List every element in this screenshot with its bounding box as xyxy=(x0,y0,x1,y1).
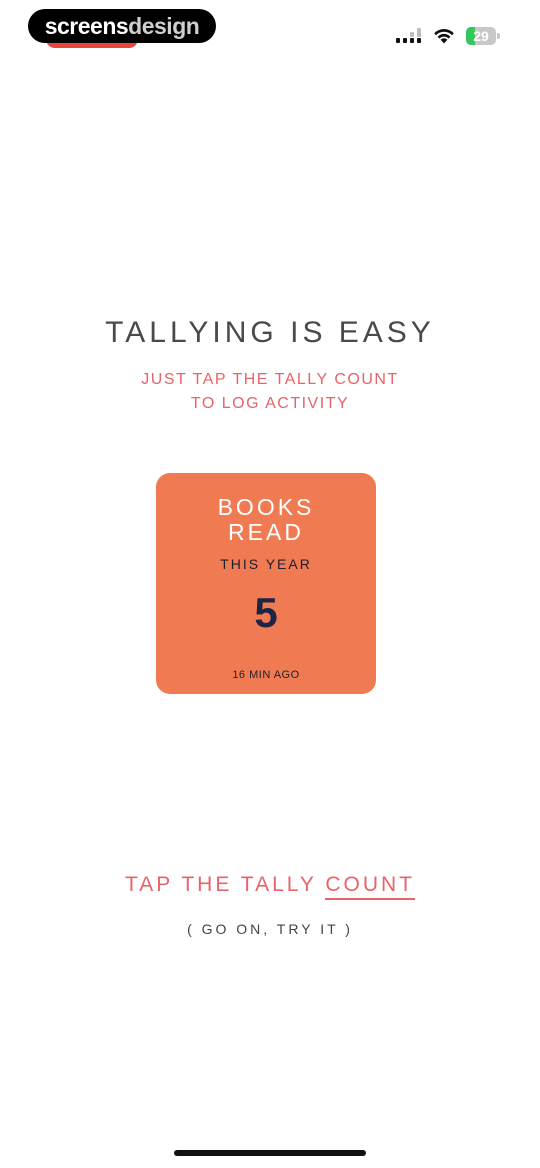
tally-card-last-updated: 16 MIN AGO xyxy=(232,669,300,681)
battery-charging-icon: 29 xyxy=(466,27,500,45)
tap-instruction: TAP THE TALLY COUNT xyxy=(0,873,540,900)
tap-instruction-prefix: TAP THE TALLY xyxy=(124,873,326,896)
status-bar: screens design 29 xyxy=(0,0,540,60)
battery-level: 29 xyxy=(473,28,489,44)
page-subtitle: JUST TAP THE TALLY COUNT TO LOG ACTIVITY xyxy=(0,368,540,416)
battery-body: 29 xyxy=(466,27,496,45)
subtitle-line-1: JUST TAP THE TALLY COUNT xyxy=(141,371,399,388)
tap-instruction-underlined: COUNT xyxy=(325,873,416,900)
try-it-hint: ( GO ON, TRY IT ) xyxy=(187,921,353,937)
battery-tip xyxy=(497,33,500,39)
tally-count-card[interactable]: BOOKS READ THIS YEAR 5 16 MIN AGO xyxy=(156,473,376,694)
subtitle-line-2: TO LOG ACTIVITY xyxy=(190,395,350,412)
tally-card-count: 5 xyxy=(254,589,278,636)
watermark-text-part1: screens xyxy=(44,12,129,39)
watermark-text-part2: design xyxy=(128,12,200,39)
wifi-icon xyxy=(434,29,454,44)
tally-card-title-line-2: READ xyxy=(228,519,304,545)
home-indicator[interactable] xyxy=(174,1150,366,1156)
page-title: TALLYING IS EASY xyxy=(105,316,435,349)
tally-card-title: BOOKS READ xyxy=(156,495,376,545)
tally-card-title-line-1: BOOKS xyxy=(217,494,315,520)
tally-card-period: THIS YEAR xyxy=(220,556,312,572)
watermark-logo: screens design xyxy=(28,9,216,43)
cellular-signal-icon xyxy=(396,28,421,43)
